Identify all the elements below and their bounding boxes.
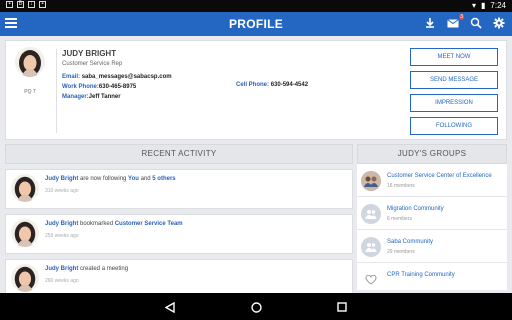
activity-text: Judy Bright bookmarked Customer Service … (45, 221, 183, 227)
email-value[interactable]: saba_messages@sabacsp.com (82, 74, 172, 80)
list-item[interactable]: Judy Bright are now following You and 5 … (5, 169, 353, 209)
send-message-button[interactable]: SEND MESSAGE (410, 71, 498, 89)
group-icon (361, 237, 381, 257)
group-member-count: 16 members (387, 183, 415, 189)
email-label: Email: (62, 74, 81, 80)
activity-time: 259 weeks ago (45, 233, 79, 239)
avatar (11, 174, 39, 202)
group-member-count: 29 members (387, 249, 415, 255)
group-avatar (361, 171, 381, 191)
activity-actor[interactable]: Judy Bright (45, 176, 78, 182)
group-name: Saba Community (387, 239, 434, 245)
group-icon (361, 204, 381, 224)
activity-time: 310 weeks ago (45, 188, 79, 194)
list-item[interactable]: Customer Service Center of Excellence 16… (357, 164, 507, 197)
group-name: Migration Community (387, 206, 444, 212)
work-phone-label: Work Phone: (62, 84, 99, 90)
meet-now-button[interactable]: MEET NOW (410, 48, 498, 66)
activity-object[interactable]: Customer Service Team (115, 221, 183, 227)
avatar (15, 47, 45, 77)
notification-icon: ▪ (39, 1, 46, 8)
profile-name: JUDY BRIGHT (62, 49, 117, 58)
profile-card: PQ 7 JUDY BRIGHT Customer Service Rep Em… (5, 40, 507, 140)
activity-time: 260 weeks ago (45, 278, 79, 284)
activity-actor[interactable]: Judy Bright (45, 266, 78, 272)
activity-text: Judy Bright are now following You and 5 … (45, 176, 176, 182)
following-button[interactable]: FOLLOWING (410, 117, 498, 135)
activity-text: Judy Bright created a meeting (45, 266, 128, 272)
list-item[interactable]: Saba Community 29 members (357, 230, 507, 263)
divider (56, 49, 57, 133)
manager-label: Manager: (62, 94, 89, 100)
cell-phone-label: Cell Phone: (236, 82, 270, 88)
groups-panel: JUDY'S GROUPS Customer Service Center of… (357, 144, 507, 290)
status-time: 7:24 (490, 1, 506, 10)
recents-icon[interactable] (334, 299, 350, 315)
group-name: CPR Training Community (387, 272, 455, 278)
inbox-icon[interactable]: 3 (446, 14, 464, 30)
list-item[interactable]: Migration Community 6 members (357, 197, 507, 230)
list-item[interactable]: CPR Training Community (357, 263, 507, 296)
profile-role: Customer Service Rep (62, 61, 123, 67)
notification-icon: B (17, 1, 24, 8)
avatar (11, 219, 39, 247)
navigation-bar (0, 293, 512, 320)
manager-value[interactable]: Jeff Tanner (89, 94, 121, 100)
cell-phone-value[interactable]: 630-594-4542 (271, 82, 308, 88)
wifi-icon: ▾ (472, 1, 477, 10)
impression-button[interactable]: IMPRESSION (410, 94, 498, 112)
group-member-count: 6 members (387, 216, 413, 222)
avatar (11, 264, 39, 292)
recent-activity-panel: RECENT ACTIVITY Judy Bright are now foll… (5, 144, 353, 299)
app-bar: PROFILE 3 (0, 12, 512, 36)
notification-badge: 3 (459, 14, 464, 20)
download-status-icon: ↓ (28, 1, 35, 8)
notification-icon: ▪ (6, 1, 13, 8)
status-bar: ▪ B ↓ ▪ ▾ ▮ 7:24 (0, 0, 512, 12)
search-icon[interactable] (469, 16, 483, 30)
activity-verb: are now following (78, 176, 129, 182)
group-icon (361, 270, 381, 290)
download-icon[interactable] (423, 16, 437, 30)
activity-verb: created a meeting (78, 266, 129, 272)
recent-activity-header: RECENT ACTIVITY (5, 144, 353, 164)
battery-icon: ▮ (481, 1, 486, 10)
activity-conjunction: and (138, 176, 153, 182)
gear-icon[interactable] (492, 16, 506, 30)
activity-object[interactable]: You (128, 176, 139, 182)
group-name: Customer Service Center of Excellence (387, 173, 492, 179)
activity-actor[interactable]: Judy Bright (45, 221, 78, 227)
list-item[interactable]: Judy Bright bookmarked Customer Service … (5, 214, 353, 254)
groups-header: JUDY'S GROUPS (357, 144, 507, 164)
activity-verb: bookmarked (78, 221, 115, 227)
work-phone-value[interactable]: 630-465-8975 (99, 84, 136, 90)
activity-object[interactable]: 5 others (152, 176, 175, 182)
home-icon[interactable] (248, 299, 264, 315)
back-icon[interactable] (162, 299, 178, 315)
pq-score: PQ 7 (24, 89, 36, 95)
